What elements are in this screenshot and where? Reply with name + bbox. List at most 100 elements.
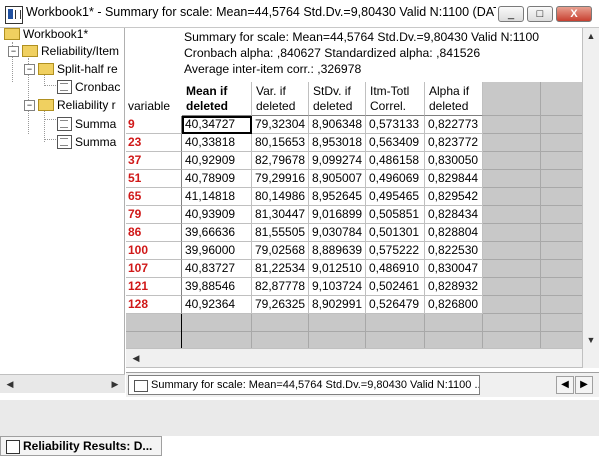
table-cell[interactable]: 0,829844 [425, 170, 483, 188]
table-cell[interactable]: 41,14818 [182, 188, 252, 206]
table-cell[interactable]: 9,016899 [309, 206, 366, 224]
table-cell[interactable]: 40,92364 [182, 296, 252, 314]
table-cell[interactable]: 0,486910 [366, 260, 425, 278]
restore-button[interactable]: □ [527, 6, 553, 22]
table-cell[interactable]: 0,496069 [366, 170, 425, 188]
column-header[interactable]: Itm-Totl Correl. [366, 82, 425, 116]
close-button[interactable]: X [556, 6, 592, 22]
table-cell[interactable]: 80,14986 [252, 188, 309, 206]
row-header[interactable]: 23 [126, 134, 182, 152]
table-cell[interactable]: 79,02568 [252, 242, 309, 260]
table-cell[interactable]: 81,22534 [252, 260, 309, 278]
table-cell[interactable]: 9,030784 [309, 224, 366, 242]
table-cell[interactable]: 0,828434 [425, 206, 483, 224]
table-cell[interactable]: 0,505851 [366, 206, 425, 224]
table-cell[interactable]: 40,33818 [182, 134, 252, 152]
scroll-right-icon[interactable]: ▶ [107, 376, 123, 392]
table-cell[interactable]: 0,575222 [366, 242, 425, 260]
sheet-horizontal-scrollbar[interactable]: ◀ [126, 348, 582, 367]
table-cell[interactable]: 9,103724 [309, 278, 366, 296]
minimize-button[interactable]: _ [498, 6, 524, 22]
table-cell[interactable]: 0,822773 [425, 116, 483, 134]
sheet-tab-summary[interactable]: Summary for scale: Mean=44,5764 Std.Dv.=… [128, 375, 480, 395]
row-header[interactable]: 9 [126, 116, 182, 134]
table-cell[interactable]: 8,952645 [309, 188, 366, 206]
table-cell[interactable]: 0,502461 [366, 278, 425, 296]
row-header[interactable]: 107 [126, 260, 182, 278]
table-cell[interactable]: 39,88546 [182, 278, 252, 296]
table-cell[interactable]: 0,830047 [425, 260, 483, 278]
table-cell[interactable]: 8,902991 [309, 296, 366, 314]
empty-row-header [126, 314, 182, 332]
table-cell[interactable]: 0,823772 [425, 134, 483, 152]
table-cell[interactable]: 0,828804 [425, 224, 483, 242]
table-cell[interactable]: 8,953018 [309, 134, 366, 152]
table-cell[interactable]: 40,93909 [182, 206, 252, 224]
scroll-up-icon[interactable]: ▲ [583, 28, 599, 44]
table-cell[interactable]: 40,34727 [182, 116, 252, 134]
table-cell[interactable]: 81,30447 [252, 206, 309, 224]
column-header[interactable]: StDv. if deleted [309, 82, 366, 116]
row-header[interactable]: 100 [126, 242, 182, 260]
row-header[interactable]: 79 [126, 206, 182, 224]
table-cell[interactable]: 0,829542 [425, 188, 483, 206]
title-bar[interactable]: Workbook1* - Summary for scale: Mean=44,… [0, 0, 599, 28]
table-cell[interactable]: 82,79678 [252, 152, 309, 170]
sheet-vertical-scrollbar[interactable]: ▲ ▼ [582, 28, 599, 368]
tab-next-button[interactable]: ▶ [575, 376, 593, 394]
table-cell[interactable]: 82,87778 [252, 278, 309, 296]
table-cell[interactable]: 39,96000 [182, 242, 252, 260]
table-cell[interactable]: 0,828932 [425, 278, 483, 296]
table-cell[interactable]: 80,15653 [252, 134, 309, 152]
collapse-icon[interactable]: − [8, 46, 19, 58]
table-cell[interactable]: 40,83727 [182, 260, 252, 278]
table-cell[interactable]: 0,501301 [366, 224, 425, 242]
table-cell[interactable]: 9,099274 [309, 152, 366, 170]
tree-item-split-half[interactable]: − Split-half re [24, 61, 118, 77]
row-header[interactable]: 86 [126, 224, 182, 242]
table-cell[interactable]: 0,486158 [366, 152, 425, 170]
row-header[interactable]: 121 [126, 278, 182, 296]
table-cell[interactable]: 79,29916 [252, 170, 309, 188]
tab-prev-button[interactable]: ◀ [556, 376, 574, 394]
column-header[interactable]: Alpha if deleted [425, 82, 483, 116]
table-cell[interactable]: 0,526479 [366, 296, 425, 314]
table-cell[interactable]: 8,889639 [309, 242, 366, 260]
table-cell[interactable]: 0,830050 [425, 152, 483, 170]
scroll-left-icon[interactable]: ◀ [2, 376, 18, 392]
tree-item-cronbach[interactable]: Cronbac [57, 79, 120, 95]
table-cell[interactable]: 79,32304 [252, 116, 309, 134]
row-header[interactable]: 128 [126, 296, 182, 314]
tree-horizontal-scrollbar[interactable]: ◀ ▶ [0, 374, 125, 393]
table-cell[interactable]: 81,55505 [252, 224, 309, 242]
table-cell[interactable]: 0,563409 [366, 134, 425, 152]
table-cell[interactable]: 79,26325 [252, 296, 309, 314]
tree-item-summary-1[interactable]: Summa [57, 116, 116, 132]
table-cell[interactable]: 40,92909 [182, 152, 252, 170]
table-cell[interactable]: 9,012510 [309, 260, 366, 278]
tree-item-reliability-item[interactable]: − Reliability/Item [8, 43, 119, 59]
row-header[interactable]: 65 [126, 188, 182, 206]
column-header[interactable]: Mean if deleted [182, 82, 252, 116]
table-cell[interactable]: 40,78909 [182, 170, 252, 188]
tree-item-summary-2[interactable]: Summa [57, 134, 116, 150]
table-cell[interactable]: 8,906348 [309, 116, 366, 134]
table-cell[interactable]: 39,66636 [182, 224, 252, 242]
scroll-down-icon[interactable]: ▼ [583, 332, 599, 348]
table-cell[interactable]: 0,822530 [425, 242, 483, 260]
column-header[interactable]: Var. if deleted [252, 82, 309, 116]
row-header[interactable]: 51 [126, 170, 182, 188]
taskbar-window-tab[interactable]: Reliability Results: D... [0, 436, 162, 456]
row-header[interactable]: 37 [126, 152, 182, 170]
table-cell[interactable]: 0,826800 [425, 296, 483, 314]
tree-item-reliability-results[interactable]: − Reliability r [24, 97, 116, 113]
table-cell[interactable]: 0,573133 [366, 116, 425, 134]
workbook-app-icon[interactable] [5, 6, 23, 24]
collapse-icon[interactable]: − [24, 64, 35, 76]
tree-item-workbook[interactable]: Workbook1* [4, 28, 88, 42]
table-cell[interactable]: 8,905007 [309, 170, 366, 188]
table-cell[interactable]: 0,495465 [366, 188, 425, 206]
scroll-left-icon[interactable]: ◀ [128, 350, 144, 366]
collapse-icon[interactable]: − [24, 100, 35, 112]
spreadsheet-grid[interactable]: variable Summary for scale: Mean=44,5764… [126, 28, 582, 368]
